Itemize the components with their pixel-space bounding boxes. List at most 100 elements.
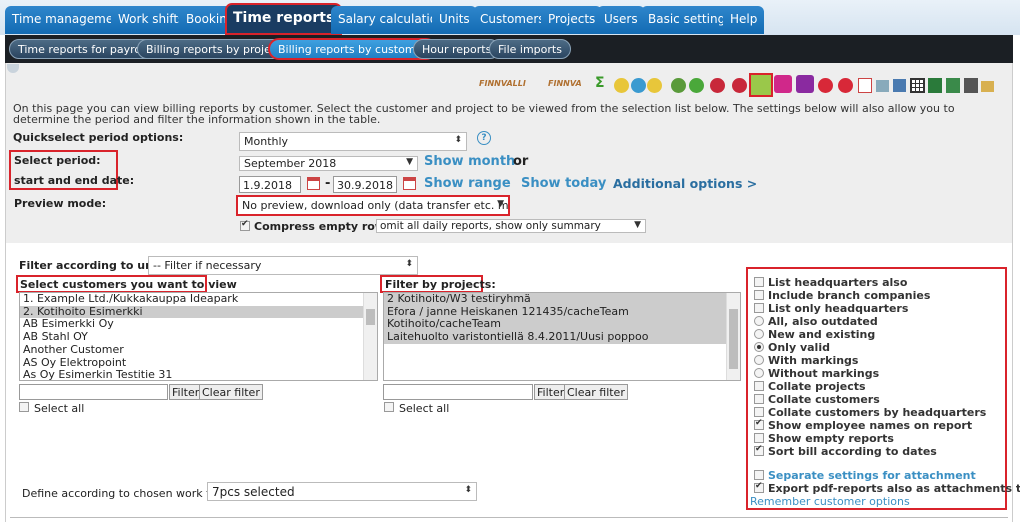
option-label: Collate projects xyxy=(768,380,866,393)
option-checkbox[interactable] xyxy=(754,407,764,417)
additional-options-link[interactable]: Additional options > xyxy=(613,176,757,191)
projects-filter-button[interactable]: Filter xyxy=(534,384,568,400)
export-green-icon[interactable] xyxy=(671,78,686,93)
export-pdf-checkbox[interactable] xyxy=(754,481,764,493)
subtab-file-imports[interactable]: File imports xyxy=(489,39,571,59)
v-export-icon[interactable] xyxy=(774,75,792,93)
option-checkbox[interactable] xyxy=(754,303,764,313)
show-month-link[interactable]: Show month xyxy=(424,154,515,169)
option-radio[interactable] xyxy=(754,355,764,365)
preview-mode-select[interactable]: No preview, download only (data transfer… xyxy=(236,195,510,216)
option-checkbox[interactable] xyxy=(754,290,764,300)
separate-settings-link[interactable]: Separate settings for attachment xyxy=(768,469,976,482)
compress-checkbox[interactable] xyxy=(240,219,250,231)
compress-select[interactable]: omit all daily reports, show only summar… xyxy=(376,219,646,233)
sub-nav-bar: Time reports for payroll Billing reports… xyxy=(5,35,1013,63)
print-icon[interactable] xyxy=(876,80,889,92)
option-radio[interactable] xyxy=(754,368,764,378)
tab-users[interactable]: Users xyxy=(597,6,645,34)
projects-filter-input[interactable] xyxy=(383,384,533,400)
units-filter-select[interactable]: -- Filter if necessary ⬍ xyxy=(148,256,418,275)
option-checkbox[interactable] xyxy=(754,277,764,287)
export-blue-icon[interactable] xyxy=(631,78,646,93)
option-checkbox[interactable] xyxy=(754,444,764,456)
scrollbar-thumb[interactable] xyxy=(729,309,738,369)
table-icon[interactable] xyxy=(910,78,925,93)
v-export2-icon[interactable] xyxy=(796,75,814,93)
arrow-red-icon[interactable] xyxy=(818,78,833,93)
end-date-input[interactable]: 30.9.2018 xyxy=(333,176,397,193)
export-red-icon[interactable] xyxy=(710,78,725,93)
or-text: or xyxy=(513,154,529,169)
option-checkbox[interactable] xyxy=(754,418,764,430)
separate-settings-checkbox[interactable] xyxy=(754,470,764,480)
export-green2-icon[interactable] xyxy=(689,78,704,93)
customers-filter-input[interactable] xyxy=(19,384,168,400)
remember-options-link[interactable]: Remember customer options xyxy=(750,495,910,508)
option-radio[interactable] xyxy=(754,342,764,352)
customers-scrollbar[interactable] xyxy=(363,293,377,380)
subtab-billing-by-project[interactable]: Billing reports by project xyxy=(137,39,291,59)
customers-select-all-checkbox[interactable] xyxy=(19,402,29,412)
projects-clear-filter-button[interactable]: Clear filter xyxy=(564,384,628,400)
excel2-icon[interactable] xyxy=(946,78,960,93)
finnva-logo-icon[interactable]: FINNVA xyxy=(548,79,582,88)
subtab-time-reports-payroll[interactable]: Time reports for payroll xyxy=(9,39,157,59)
sigma-icon[interactable]: Σ xyxy=(595,75,605,91)
tab-projects[interactable]: Projects xyxy=(541,6,603,34)
billing-export-icon[interactable] xyxy=(749,73,773,97)
option-checkbox[interactable] xyxy=(754,394,764,404)
option-label: New and existing xyxy=(768,328,876,341)
date-range-dash: - xyxy=(325,176,331,191)
subtab-hour-reports[interactable]: Hour reports xyxy=(413,39,501,59)
calendar-start-icon[interactable] xyxy=(307,177,320,190)
pdf-icon[interactable] xyxy=(858,78,872,93)
customers-clear-filter-button[interactable]: Clear filter xyxy=(199,384,263,400)
finnvalli-logo-icon[interactable]: FINNVALLI xyxy=(479,79,526,88)
help-icon[interactable]: ? xyxy=(477,131,491,145)
folder-icon[interactable] xyxy=(981,81,994,92)
list-item[interactable]: AB Stahl OY xyxy=(20,330,377,344)
projects-select-all-checkbox[interactable] xyxy=(384,402,394,412)
calendar-end-icon[interactable] xyxy=(403,177,416,190)
tab-customers[interactable]: Customers xyxy=(473,6,552,34)
tab-units[interactable]: Units xyxy=(432,6,477,34)
option-checkbox[interactable] xyxy=(754,433,764,443)
select-period-label: Select period: xyxy=(14,154,101,167)
export-yellow2-icon[interactable] xyxy=(647,78,662,93)
customers-listbox[interactable]: 1. Example Ltd./Kukkakauppa Ideapark 2. … xyxy=(19,292,378,381)
customers-filter-button[interactable]: Filter xyxy=(169,384,203,400)
show-range-link[interactable]: Show range xyxy=(424,176,511,191)
show-today-link[interactable]: Show today xyxy=(521,176,606,191)
tab-help[interactable]: Help xyxy=(723,6,765,34)
list-item[interactable]: Laitehuolto varistontiellä 8.4.2011/Uusi… xyxy=(384,330,727,344)
top-nav-bar: Time management Work shifts Booking Time… xyxy=(0,0,1020,35)
excel-icon[interactable] xyxy=(928,78,942,93)
worktask-select[interactable]: 7pcs selected ⬍ xyxy=(207,482,477,501)
start-date-input[interactable]: 1.9.2018 xyxy=(239,176,301,193)
list-item[interactable]: 2 Kotihoito/W3 testiryhmä xyxy=(384,293,727,306)
quickselect-select[interactable]: Monthly ⬍ xyxy=(239,132,467,151)
option-radio[interactable] xyxy=(754,329,764,339)
list-item[interactable]: As Oy Esimerkin Testitie 31 xyxy=(20,369,377,380)
start-end-date-label: start and end date: xyxy=(14,174,135,187)
tab-time-reports[interactable]: Time reports xyxy=(224,3,343,35)
scrollbar-thumb[interactable] xyxy=(366,309,375,325)
list-item[interactable]: Another Customer xyxy=(20,343,377,357)
save-icon[interactable] xyxy=(893,79,906,92)
projects-listbox[interactable]: 2 Kotihoito/W3 testiryhmä Efora / janne … xyxy=(383,292,741,381)
arrow-red2-icon[interactable] xyxy=(838,78,853,93)
option-checkbox[interactable] xyxy=(754,381,764,391)
month-value: September 2018 xyxy=(244,157,337,170)
subtab-billing-by-customer[interactable]: Billing reports by customer xyxy=(268,38,437,60)
projects-scrollbar[interactable] xyxy=(726,293,740,380)
month-select[interactable]: September 2018 ▼ xyxy=(239,156,418,171)
worktask-label: Define according to chosen work task: xyxy=(22,487,234,500)
export-yellow-icon[interactable] xyxy=(614,78,629,93)
dropdown-arrow-icon: ▼ xyxy=(406,157,413,167)
list-item[interactable]: 1. Example Ltd./Kukkakauppa Ideapark xyxy=(20,293,377,306)
dropdown-arrow-icon: ▼ xyxy=(497,199,504,209)
export-red2-icon[interactable] xyxy=(732,78,747,93)
option-radio[interactable] xyxy=(754,316,764,326)
export-doc-icon[interactable] xyxy=(964,78,978,93)
